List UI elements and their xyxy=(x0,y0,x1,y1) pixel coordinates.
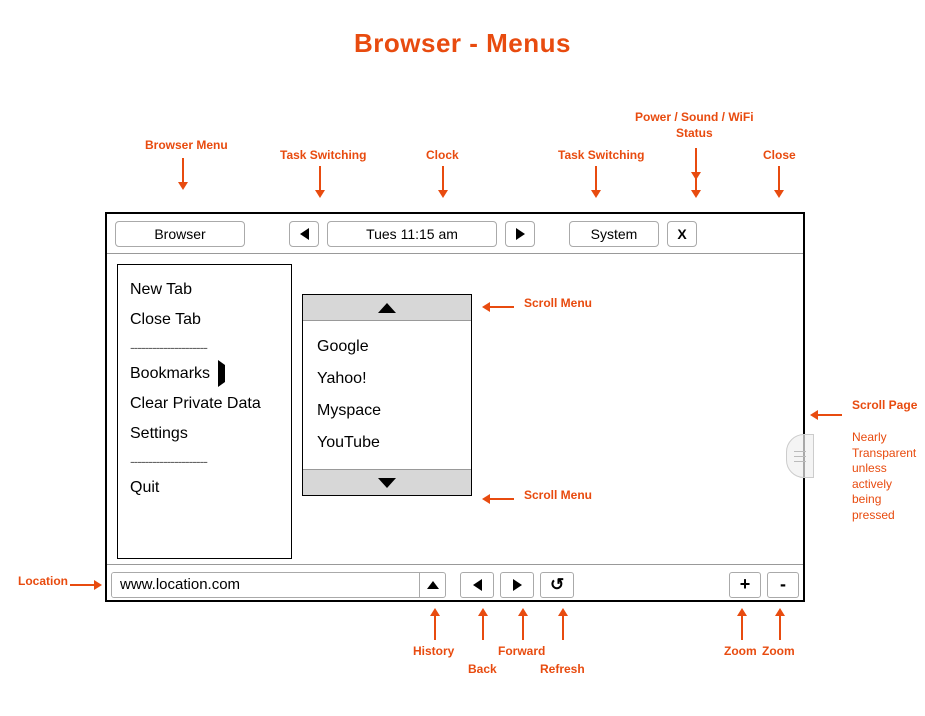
menu-item-label: Bookmarks xyxy=(130,365,210,383)
submenu-scroll-down-button[interactable] xyxy=(303,469,471,495)
annot-task-switching-left: Task Switching xyxy=(280,148,366,164)
annot-clock: Clock xyxy=(426,148,459,164)
task-switch-prev-button[interactable] xyxy=(289,221,319,247)
arrow-icon xyxy=(482,302,514,312)
annot-close: Close xyxy=(763,148,796,164)
refresh-icon: ↻ xyxy=(550,575,564,595)
arrow-icon xyxy=(482,494,514,504)
system-label: System xyxy=(591,226,638,242)
zoom-out-label: - xyxy=(780,574,786,595)
menu-item-quit[interactable]: Quit xyxy=(130,473,279,503)
submenu-scroll-up-button[interactable] xyxy=(303,295,471,321)
arrow-icon xyxy=(430,608,440,640)
content-area: New Tab Close Tab --------------------- … xyxy=(107,254,803,564)
bookmark-label: Google xyxy=(317,338,369,355)
scroll-page-handle[interactable] xyxy=(786,434,814,478)
close-button[interactable]: X xyxy=(667,221,697,247)
arrow-icon xyxy=(518,608,528,640)
menu-item-label: Settings xyxy=(130,425,188,443)
menu-separator: --------------------- xyxy=(130,449,279,473)
zoom-out-button[interactable]: - xyxy=(767,572,799,598)
annot-forward: Forward xyxy=(498,644,545,660)
bookmark-label: Myspace xyxy=(317,402,381,419)
arrow-icon xyxy=(558,608,568,640)
annot-task-switching-right: Task Switching xyxy=(558,148,644,164)
triangle-down-icon xyxy=(378,478,396,488)
triangle-up-icon xyxy=(427,581,439,589)
menu-item-label: Clear Private Data xyxy=(130,395,261,413)
arrow-icon xyxy=(774,166,784,198)
arrow-icon xyxy=(178,158,188,190)
annot-back: Back xyxy=(468,662,497,678)
annot-scroll-menu-top: Scroll Menu xyxy=(524,296,592,312)
bookmarks-submenu: Google Yahoo! Myspace YouTube xyxy=(302,294,472,496)
bookmark-label: Yahoo! xyxy=(317,370,367,387)
forward-button[interactable] xyxy=(500,572,534,598)
nav-group: ↻ xyxy=(460,572,580,598)
arrow-icon xyxy=(810,410,842,420)
browser-menu-label: Browser xyxy=(154,226,205,242)
menu-item-label: New Tab xyxy=(130,281,192,299)
chevron-right-icon xyxy=(516,228,525,240)
annot-zoom-in: Zoom xyxy=(724,644,757,660)
arrow-icon xyxy=(438,166,448,198)
menu-item-label: Quit xyxy=(130,479,159,497)
top-bar: Browser Tues 11:15 am System X xyxy=(107,214,803,254)
bookmark-item-yahoo[interactable]: Yahoo! xyxy=(317,363,457,395)
annot-location: Location xyxy=(18,574,68,590)
browser-menu-button[interactable]: Browser xyxy=(115,221,245,247)
bottom-bar: ↻ + - xyxy=(107,564,803,604)
menu-item-bookmarks[interactable]: Bookmarks xyxy=(130,359,279,389)
annot-history: History xyxy=(413,644,454,660)
menu-item-new-tab[interactable]: New Tab xyxy=(130,275,279,305)
location-bar xyxy=(111,572,446,598)
bookmark-item-myspace[interactable]: Myspace xyxy=(317,395,457,427)
arrow-icon xyxy=(591,166,601,198)
annot-refresh: Refresh xyxy=(540,662,585,678)
task-switch-next-button[interactable] xyxy=(505,221,535,247)
arrow-icon xyxy=(691,148,701,198)
arrow-icon xyxy=(478,608,488,640)
annot-zoom-out: Zoom xyxy=(762,644,795,660)
bookmark-item-google[interactable]: Google xyxy=(317,331,457,363)
annot-scroll-menu-bottom: Scroll Menu xyxy=(524,488,592,504)
page-title: Browser - Menus xyxy=(0,28,925,59)
chevron-left-icon xyxy=(473,579,482,591)
menu-item-settings[interactable]: Settings xyxy=(130,419,279,449)
submenu-arrow-icon xyxy=(218,365,225,383)
history-dropdown-button[interactable] xyxy=(419,573,445,597)
bookmark-label: YouTube xyxy=(317,434,380,451)
submenu-body: Google Yahoo! Myspace YouTube xyxy=(303,321,471,469)
back-button[interactable] xyxy=(460,572,494,598)
clock-label: Tues 11:15 am xyxy=(366,226,458,242)
chevron-left-icon xyxy=(300,228,309,240)
clock-button[interactable]: Tues 11:15 am xyxy=(327,221,497,247)
menu-separator: --------------------- xyxy=(130,335,279,359)
arrow-icon xyxy=(775,608,785,640)
bookmark-item-youtube[interactable]: YouTube xyxy=(317,427,457,459)
annot-scroll-page-note: Nearly Transparent unless actively being… xyxy=(852,430,925,524)
browser-menu-dropdown: New Tab Close Tab --------------------- … xyxy=(117,264,292,559)
system-status-button[interactable]: System xyxy=(569,221,659,247)
refresh-button[interactable]: ↻ xyxy=(540,572,574,598)
menu-item-label: Close Tab xyxy=(130,311,201,329)
zoom-in-label: + xyxy=(740,574,751,595)
arrow-icon xyxy=(737,608,747,640)
close-label: X xyxy=(677,226,686,242)
annot-power-sound-wifi: Power / Sound / WiFi Status xyxy=(635,110,754,141)
arrow-icon xyxy=(315,166,325,198)
zoom-group: + - xyxy=(723,572,799,598)
annot-scroll-page: Scroll Page xyxy=(852,398,917,414)
location-input[interactable] xyxy=(112,573,419,597)
browser-window: Browser Tues 11:15 am System X New Tab C… xyxy=(105,212,805,602)
triangle-up-icon xyxy=(378,303,396,313)
menu-item-clear-private-data[interactable]: Clear Private Data xyxy=(130,389,279,419)
zoom-in-button[interactable]: + xyxy=(729,572,761,598)
annot-browser-menu: Browser Menu xyxy=(145,138,228,154)
menu-item-close-tab[interactable]: Close Tab xyxy=(130,305,279,335)
chevron-right-icon xyxy=(513,579,522,591)
arrow-icon xyxy=(70,580,102,590)
